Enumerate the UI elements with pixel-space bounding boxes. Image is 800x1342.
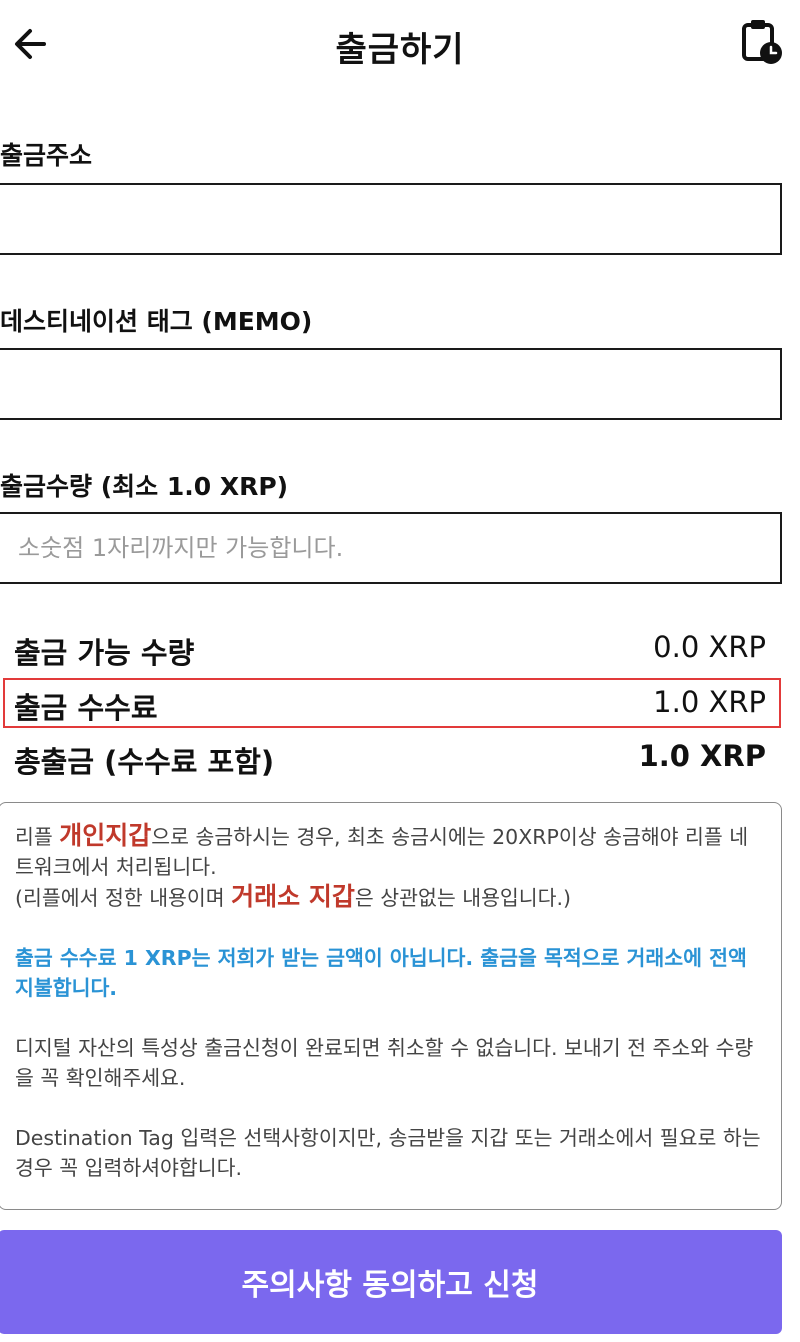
fee-row: 출금 수수료 1.0 XRP xyxy=(0,679,800,729)
notice-text: 리플 xyxy=(15,825,60,849)
memo-field[interactable] xyxy=(0,348,782,420)
amount-label: 출금수량 (최소 1.0 XRP) xyxy=(0,472,289,501)
amount-field[interactable] xyxy=(0,512,782,584)
notice-box: 리플 개인지갑으로 송금하시는 경우, 최초 송금시에는 20XRP이상 송금해… xyxy=(0,802,782,1210)
notice-text: 은 상관없는 내용입니다.) xyxy=(354,886,572,910)
clipboard-clock-icon xyxy=(742,20,782,64)
notice-ripple-wallet: 리플 개인지갑으로 송금하시는 경우, 최초 송금시에는 20XRP이상 송금해… xyxy=(15,821,765,913)
available-amount-label: 출금 가능 수량 xyxy=(14,636,195,670)
app-header: 출금하기 xyxy=(0,0,800,90)
notice-destination-tag: Destination Tag 입력은 선택사항이지만, 송금받을 지갑 또는 … xyxy=(15,1126,761,1180)
withdraw-history-button[interactable] xyxy=(738,16,786,66)
agree-and-submit-button[interactable]: 주의사항 동의하고 신청 xyxy=(0,1230,782,1334)
notice-text: (리플에서 정한 내용이며 xyxy=(15,886,232,910)
page-title: 출금하기 xyxy=(335,30,465,70)
amount-input[interactable] xyxy=(0,514,780,582)
notice-irreversible: 디지털 자산의 특성상 출금신청이 완료되면 취소할 수 없습니다. 보내기 전… xyxy=(15,1036,754,1090)
notice-highlight-personal-wallet: 개인지갑 xyxy=(59,821,152,850)
memo-input[interactable] xyxy=(0,350,780,418)
fee-value: 1.0 XRP xyxy=(653,685,766,719)
memo-label: 데스티네이션 태그 (MEMO) xyxy=(0,307,313,336)
address-input[interactable] xyxy=(0,185,780,253)
address-label: 출금주소 xyxy=(0,141,93,170)
total-row: 총출금 (수수료 포함) 1.0 XRP xyxy=(0,733,800,783)
address-field[interactable] xyxy=(0,183,782,255)
notice-highlight-exchange-wallet: 거래소 지갑 xyxy=(231,882,355,911)
total-label: 총출금 (수수료 포함) xyxy=(14,745,275,779)
fee-label: 출금 수수료 xyxy=(14,691,158,725)
total-value: 1.0 XRP xyxy=(638,739,766,773)
available-amount-row: 출금 가능 수량 0.0 XRP xyxy=(0,624,800,674)
notice-fee-info: 출금 수수료 1 XRP는 저희가 받는 금액이 아닙니다. 출금을 목적으로 … xyxy=(15,946,747,1000)
available-amount-value: 0.0 XRP xyxy=(653,630,766,664)
